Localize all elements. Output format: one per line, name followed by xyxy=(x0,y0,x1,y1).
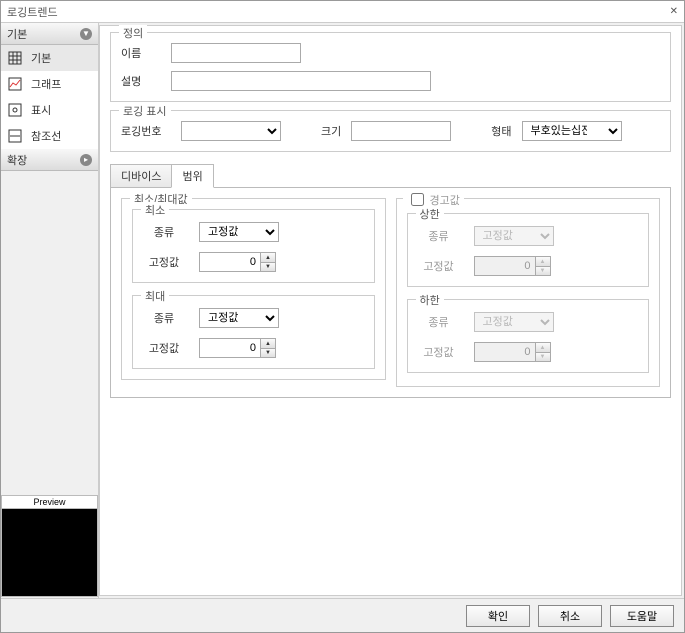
group-legend: 최소 xyxy=(141,202,169,218)
warn-checkbox[interactable] xyxy=(411,193,424,206)
tabstrip: 디바이스 범위 xyxy=(110,164,671,188)
size-label: 크기 xyxy=(321,123,341,139)
fixed-label: 고정값 xyxy=(418,258,460,274)
min-fixed-input[interactable] xyxy=(199,252,261,272)
accordion-label: 기본 xyxy=(7,26,27,42)
sidebar-item-graph[interactable]: 그래프 xyxy=(1,71,98,97)
tab-device[interactable]: 디바이스 xyxy=(110,164,172,187)
lower-kind-select: 고정값 xyxy=(474,312,554,332)
accordion-label: 확장 xyxy=(7,152,27,168)
preview-label: Preview xyxy=(1,495,98,509)
group-minmax: 최소/최대값 최소 종류 고정값 고정값 ▲▼ xyxy=(121,198,386,380)
spin-down-icon: ▼ xyxy=(536,266,550,275)
group-min: 최소 종류 고정값 고정값 ▲▼ xyxy=(132,209,375,283)
kind-label: 종류 xyxy=(143,310,185,326)
sidebar: 기본 ▼ 기본 그래프 xyxy=(1,23,99,598)
upper-fixed-spinner: ▲▼ xyxy=(474,256,551,276)
eye-icon xyxy=(7,102,23,118)
min-fixed-spinner[interactable]: ▲▼ xyxy=(199,252,276,272)
cancel-button[interactable]: 취소 xyxy=(538,605,602,627)
spin-down-icon: ▼ xyxy=(536,352,550,361)
sidebar-item-refline[interactable]: 참조선 xyxy=(1,123,98,149)
body: 기본 ▼ 기본 그래프 xyxy=(1,23,684,598)
ok-button[interactable]: 확인 xyxy=(466,605,530,627)
sidebar-spacer xyxy=(1,171,98,495)
spin-up-icon: ▲ xyxy=(536,343,550,352)
sidebar-item-label: 기본 xyxy=(31,50,51,66)
kind-label: 종류 xyxy=(143,224,185,240)
sidebar-item-label: 참조선 xyxy=(31,128,61,144)
lognum-select[interactable] xyxy=(181,121,281,141)
group-warn: 경고값 상한 종류 고정값 고정값 xyxy=(396,198,661,387)
chevron-down-icon: ▼ xyxy=(80,28,92,40)
tab-panel-range: 최소/최대값 최소 종류 고정값 고정값 ▲▼ xyxy=(110,188,671,398)
close-icon[interactable]: ✕ xyxy=(670,6,678,17)
size-input[interactable] xyxy=(351,121,451,141)
sidebar-item-display[interactable]: 표시 xyxy=(1,97,98,123)
max-fixed-input[interactable] xyxy=(199,338,261,358)
preview-box xyxy=(1,509,98,597)
spin-up-icon[interactable]: ▲ xyxy=(261,339,275,348)
desc-label: 설명 xyxy=(121,73,161,89)
lower-fixed-spinner: ▲▼ xyxy=(474,342,551,362)
spin-down-icon[interactable]: ▼ xyxy=(261,348,275,357)
lognum-label: 로깅번호 xyxy=(121,123,171,139)
chevron-right-icon: ▸ xyxy=(80,154,92,166)
max-fixed-spinner[interactable]: ▲▼ xyxy=(199,338,276,358)
chart-icon xyxy=(7,76,23,92)
type-label: 형태 xyxy=(491,123,511,139)
fixed-label: 고정값 xyxy=(143,340,185,356)
upper-fixed-input xyxy=(474,256,536,276)
footer: 확인 취소 도움말 xyxy=(1,598,684,632)
group-legend: 하한 xyxy=(416,292,444,308)
window-title: 로깅트렌드 xyxy=(7,4,58,20)
sidebar-item-label: 그래프 xyxy=(31,76,61,92)
name-input[interactable] xyxy=(171,43,301,63)
table-icon xyxy=(7,50,23,66)
type-select[interactable]: 부호있는십진수 xyxy=(522,121,622,141)
sidebar-item-basic[interactable]: 기본 xyxy=(1,45,98,71)
accordion-extended[interactable]: 확장 ▸ xyxy=(1,149,98,171)
lower-fixed-input xyxy=(474,342,536,362)
group-lower: 하한 종류 고정값 고정값 ▲▼ xyxy=(407,299,650,373)
nav-list: 기본 그래프 표시 참 xyxy=(1,45,98,149)
spin-up-icon: ▲ xyxy=(536,257,550,266)
spin-down-icon[interactable]: ▼ xyxy=(261,262,275,271)
desc-input[interactable] xyxy=(171,71,431,91)
upper-kind-select: 고정값 xyxy=(474,226,554,246)
group-legend: 상한 xyxy=(416,206,444,222)
min-kind-select[interactable]: 고정값 xyxy=(199,222,279,242)
sidebar-item-label: 표시 xyxy=(31,102,51,118)
titlebar: 로깅트렌드 ✕ xyxy=(1,1,684,23)
group-definition: 정의 이름 설명 xyxy=(110,32,671,102)
help-button[interactable]: 도움말 xyxy=(610,605,674,627)
name-label: 이름 xyxy=(121,45,161,61)
max-kind-select[interactable]: 고정값 xyxy=(199,308,279,328)
spin-up-icon[interactable]: ▲ xyxy=(261,253,275,262)
kind-label: 종류 xyxy=(418,314,460,330)
group-logging: 로깅 표시 로깅번호 크기 형태 부호있는십진수 xyxy=(110,110,671,152)
kind-label: 종류 xyxy=(418,228,460,244)
group-upper: 상한 종류 고정값 고정값 ▲▼ xyxy=(407,213,650,287)
group-legend: 로깅 표시 xyxy=(119,103,171,119)
tab-range[interactable]: 범위 xyxy=(171,164,213,188)
group-legend: 최대 xyxy=(141,288,169,304)
dialog-window: 로깅트렌드 ✕ 기본 ▼ 기본 그래프 xyxy=(0,0,685,633)
fixed-label: 고정값 xyxy=(143,254,185,270)
fixed-label: 고정값 xyxy=(418,344,460,360)
line-icon xyxy=(7,128,23,144)
group-legend: 정의 xyxy=(119,25,147,41)
group-max: 최대 종류 고정값 고정값 ▲▼ xyxy=(132,295,375,369)
accordion-basic[interactable]: 기본 ▼ xyxy=(1,23,98,45)
main-panel: 정의 이름 설명 로깅 표시 로깅번호 크기 xyxy=(99,25,682,596)
